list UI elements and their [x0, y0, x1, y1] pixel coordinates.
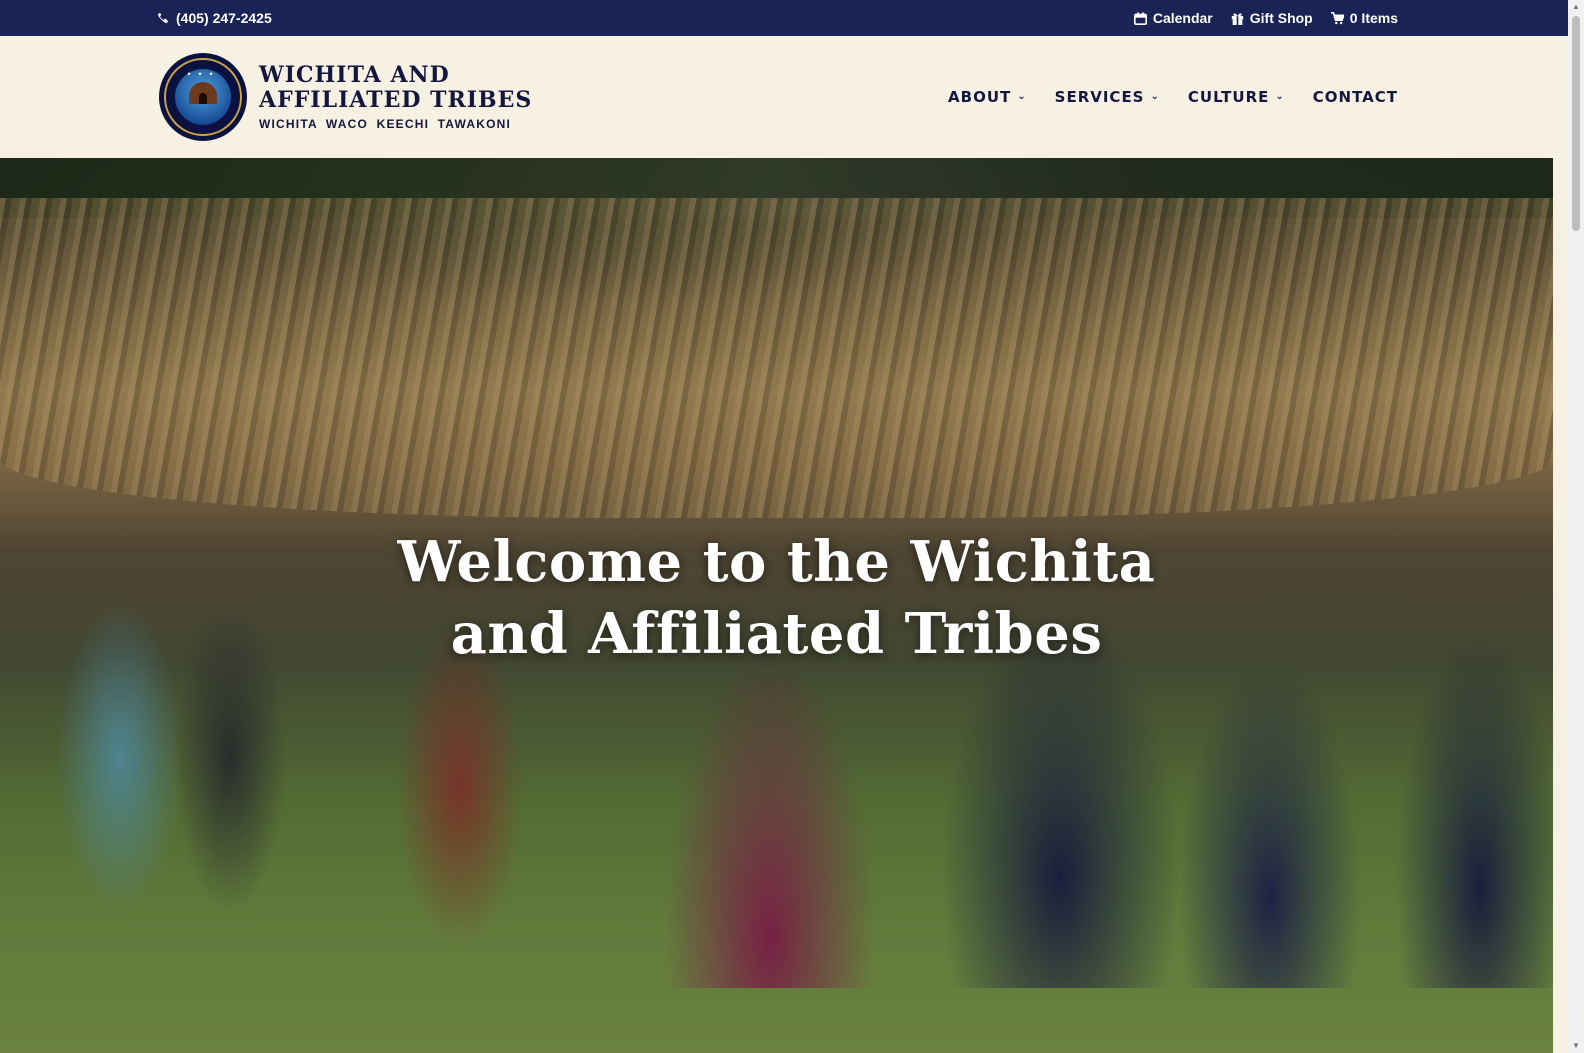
nav-about[interactable]: ABOUT ⌄	[948, 88, 1027, 106]
chevron-down-icon: ⌄	[1017, 90, 1027, 102]
calendar-link[interactable]: Calendar	[1133, 10, 1213, 26]
nav-services-label: SERVICES	[1054, 88, 1145, 106]
gift-icon	[1231, 12, 1243, 25]
chevron-down-icon: ⌄	[1150, 90, 1160, 102]
chevron-down-icon: ⌄	[1275, 90, 1285, 102]
nav-contact-label: CONTACT	[1312, 88, 1398, 106]
phone-number: (405) 247-2425	[176, 10, 272, 26]
nav-culture-label: CULTURE	[1187, 88, 1270, 106]
site-logo[interactable]: ✦✦✦ WICHITA AND AFFILIATED TRIBES WICHIT…	[159, 53, 532, 141]
scrollbar-thumb[interactable]	[1572, 16, 1580, 231]
calendar-label: Calendar	[1152, 10, 1213, 26]
utility-links: Calendar Gift Shop 0 Items	[1133, 10, 1398, 26]
tribal-seal-icon: ✦✦✦	[159, 53, 247, 141]
nav-services[interactable]: SERVICES ⌄	[1055, 88, 1160, 106]
logo-tagline: WICHITA WACO KEECHI TAWAKONI	[259, 117, 512, 131]
top-bar: (405) 247-2425 Calendar Gift Shop 0 Item…	[0, 0, 1568, 36]
cart-label: 0 Items	[1349, 10, 1398, 26]
hero-title-line-2: and Affiliated Tribes	[450, 601, 1103, 667]
nav-contact[interactable]: CONTACT	[1313, 88, 1398, 106]
phone-icon	[157, 11, 168, 23]
page-scrollbar[interactable]: ▲ ▼	[1568, 0, 1584, 1053]
cart-link[interactable]: 0 Items	[1330, 10, 1398, 26]
logo-line-1: WICHITA AND	[259, 62, 450, 88]
scroll-down-icon[interactable]: ▼	[1568, 1039, 1584, 1053]
logo-line-2: AFFILIATED TRIBES	[259, 87, 533, 113]
site-header: ✦✦✦ WICHITA AND AFFILIATED TRIBES WICHIT…	[0, 36, 1568, 158]
calendar-icon	[1133, 11, 1147, 25]
nav-about-label: ABOUT	[948, 88, 1012, 106]
hero-title-line-1: Welcome to the Wichita	[397, 529, 1156, 595]
hero-title: Welcome to the Wichita and Affiliated Tr…	[0, 526, 1553, 670]
logo-text: WICHITA AND AFFILIATED TRIBES WICHITA WA…	[259, 62, 533, 132]
nav-culture[interactable]: CULTURE ⌄	[1188, 88, 1285, 106]
gift-shop-label: Gift Shop	[1249, 10, 1313, 26]
scroll-up-icon[interactable]: ▲	[1568, 0, 1584, 14]
hero-banner: Welcome to the Wichita and Affiliated Tr…	[0, 158, 1553, 1053]
phone-link[interactable]: (405) 247-2425	[157, 10, 272, 26]
main-nav: ABOUT ⌄ SERVICES ⌄ CULTURE ⌄ CONTACT	[948, 88, 1398, 106]
cart-icon	[1330, 11, 1344, 24]
gift-shop-link[interactable]: Gift Shop	[1231, 10, 1313, 26]
